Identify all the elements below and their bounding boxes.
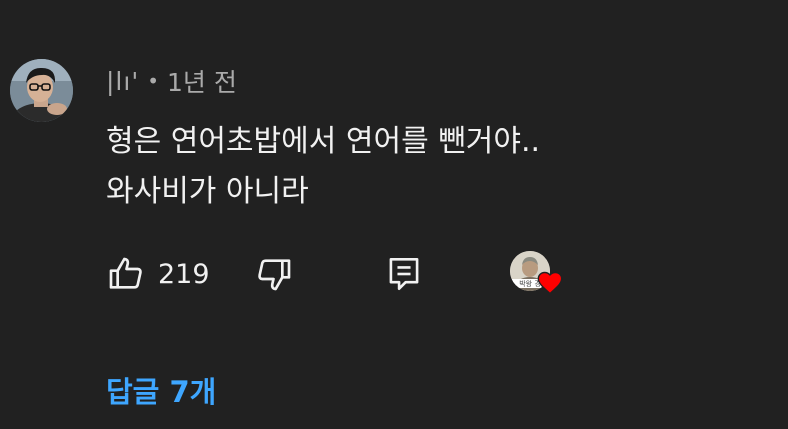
- comment-action-bar: 219 박왕 경: [106, 251, 666, 299]
- comment-meta: |lı' • 1년 전: [106, 64, 237, 98]
- creator-heart-badge: 박왕 경: [510, 251, 566, 299]
- commenter-avatar[interactable]: [10, 59, 73, 122]
- view-replies-button[interactable]: 답글 7개: [106, 368, 216, 412]
- comment-icon: [386, 254, 422, 294]
- reply-button[interactable]: [386, 252, 422, 296]
- thumbs-up-icon: [106, 254, 146, 294]
- comment-thread: |lı' • 1년 전 형은 연어초밥에서 연어를 뺀거야.. 와사비가 아니라…: [0, 0, 788, 429]
- comment-author[interactable]: |lı': [106, 67, 139, 96]
- comment-timestamp[interactable]: 1년 전: [167, 63, 237, 99]
- like-count: 219: [158, 258, 210, 290]
- thumbs-down-icon: [254, 254, 294, 294]
- comment-text-line: 와사비가 아니라: [106, 174, 309, 209]
- avatar-image: [10, 59, 73, 122]
- comment-text-line: 형은 연어초밥에서 연어를 뺀거야..: [106, 124, 541, 159]
- comment-text: 형은 연어초밥에서 연어를 뺀거야.. 와사비가 아니라: [106, 117, 766, 217]
- heart-icon: [536, 269, 564, 297]
- replies-label: 답글 7개: [106, 375, 217, 409]
- meta-separator: •: [147, 69, 159, 93]
- like-button[interactable]: 219: [106, 252, 210, 296]
- dislike-button[interactable]: [254, 252, 294, 296]
